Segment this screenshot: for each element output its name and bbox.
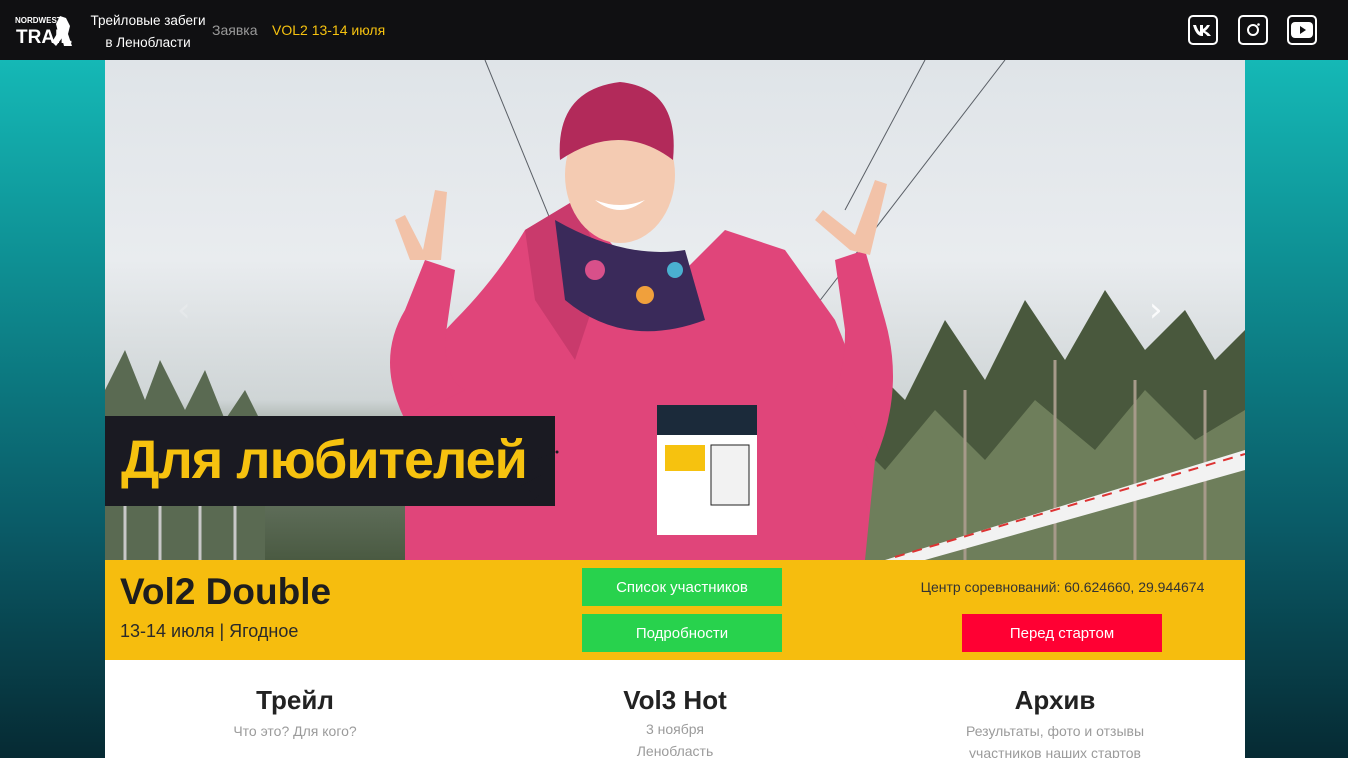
logo-text-top: NORDWEST [15, 16, 62, 25]
instagram-icon[interactable] [1238, 15, 1268, 45]
section-vol3[interactable]: Vol3 Hot 3 ноября Ленобласть [485, 660, 865, 758]
section-trail[interactable]: Трейл Что это? Для кого? [105, 660, 485, 742]
section-title[interactable]: Трейл [105, 684, 485, 716]
event-info-bar: Vol2 Double 13-14 июля | Ягодное Список … [105, 560, 1245, 660]
section-description: Результаты, фото и отзывы участников наш… [865, 720, 1245, 758]
slogan-text: Для любителей [121, 430, 528, 490]
before-start-button[interactable]: Перед стартом [962, 614, 1162, 652]
brand-tagline[interactable]: Трейловые забеги в Ленобласти [90, 10, 206, 54]
participants-list-button[interactable]: Список участников [582, 568, 782, 606]
section-line-1: Результаты, фото и отзывы [965, 723, 1145, 739]
carousel-next-arrow[interactable]: › [1149, 290, 1163, 330]
carousel-prev-arrow[interactable]: ‹ [177, 290, 191, 330]
nav-link-apply[interactable]: Заявка [212, 20, 257, 40]
section-line-2: участников наших стартов [969, 745, 1141, 758]
brand-line-1: Трейловые забеги [90, 13, 206, 28]
youtube-icon[interactable] [1287, 15, 1317, 45]
section-description: 3 ноября Ленобласть [485, 718, 865, 758]
section-archive[interactable]: Архив Результаты, фото и отзывы участник… [865, 660, 1245, 758]
brand-line-2: в Ленобласти [105, 35, 191, 50]
section-title[interactable]: Архив [865, 684, 1245, 716]
section-date: 3 ноября [645, 721, 704, 737]
competition-center-coords: Центр соревнований: 60.624660, 29.944674 [920, 579, 1205, 595]
event-date-location: 13-14 июля | Ягодное [120, 621, 299, 641]
hero-carousel: ‹ › Для любителей [105, 60, 1245, 560]
top-navbar: NORDWEST TRAIL Трейловые забеги в Ленобл… [0, 0, 1348, 60]
event-title: Vol2 Double [120, 571, 332, 612]
section-description: Что это? Для кого? [233, 723, 357, 739]
section-location: Ленобласть [636, 743, 714, 758]
sections-row: Трейл Что это? Для кого? Vol3 Hot 3 нояб… [105, 660, 1245, 758]
nav-link-vol2[interactable]: VOL2 13-14 июля [272, 20, 385, 40]
details-button[interactable]: Подробности [582, 614, 782, 652]
section-title[interactable]: Vol3 Hot [485, 684, 865, 716]
vk-icon[interactable] [1188, 15, 1218, 45]
nordwest-trail-logo[interactable]: NORDWEST TRAIL [14, 12, 76, 50]
